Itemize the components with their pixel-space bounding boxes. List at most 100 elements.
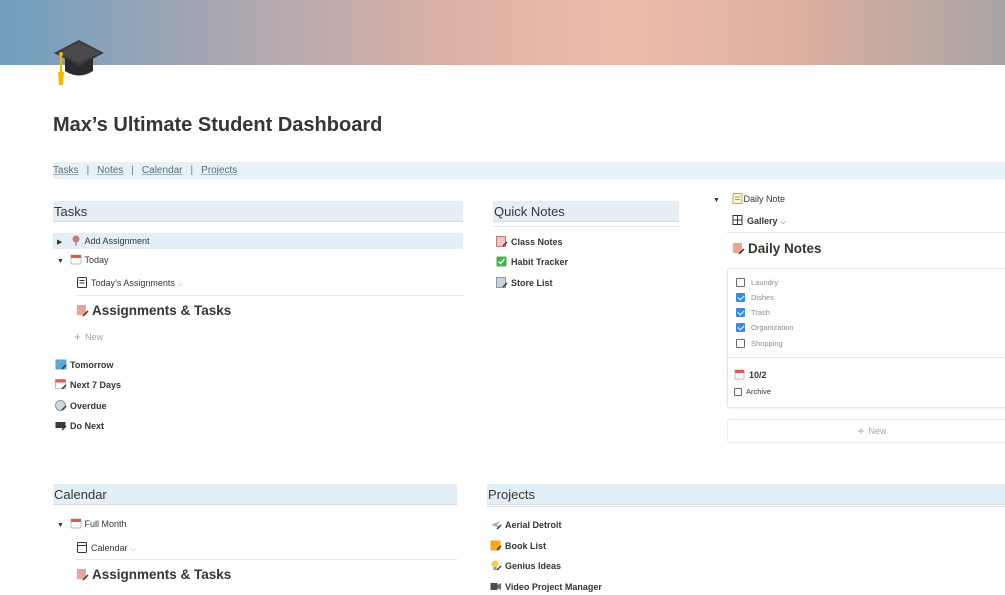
toggle-arrow-icon[interactable]: ▼ <box>713 194 729 208</box>
daily-notes-db-title[interactable]: Daily Notes <box>732 241 822 256</box>
database-link-icon <box>77 305 89 317</box>
clock-icon <box>55 400 67 411</box>
checkbox[interactable] <box>736 278 745 287</box>
store-list-link[interactable]: Store List <box>496 276 553 290</box>
divider <box>727 232 1005 233</box>
calendar-icon <box>55 379 67 390</box>
toggle-arrow-icon[interactable]: ▼ <box>57 255 67 269</box>
video-project-manager-link[interactable]: Video Project Manager <box>490 580 602 594</box>
card-title[interactable]: 10/2 <box>734 368 767 382</box>
genius-ideas-link[interactable]: Genius Ideas <box>490 559 561 573</box>
view-tab-label: Today’s Assignments <box>91 278 175 288</box>
checklist-label: Shopping <box>751 339 783 348</box>
nav-separator: | <box>190 165 194 176</box>
gallery-view-tab[interactable]: Gallery ⌵ <box>732 215 786 227</box>
add-assignment-label: Add Assignment <box>84 236 150 246</box>
checklist-label: Organization <box>751 323 794 332</box>
book-list-label: Book List <box>505 541 547 551</box>
toggle-arrow-icon[interactable]: ▶ <box>57 235 67 251</box>
db-title-label: Assignments & Tasks <box>92 567 232 582</box>
cover-banner <box>0 0 1005 65</box>
toggle-arrow-icon[interactable]: ▼ <box>57 519 67 533</box>
tomorrow-icon <box>55 359 67 370</box>
calendar-view-icon <box>77 542 87 553</box>
daily-note-label: Daily Note <box>743 194 786 204</box>
class-notes-link[interactable]: Class Notes <box>496 235 563 249</box>
list-view-icon <box>77 277 87 288</box>
checklist-item[interactable]: Laundry <box>736 278 778 287</box>
tomorrow-link[interactable]: Tomorrow <box>55 358 113 372</box>
chevron-down-icon[interactable]: ⌵ <box>178 281 183 288</box>
view-tab-label: Gallery <box>747 216 778 226</box>
divider <box>76 295 463 296</box>
plus-icon: + <box>857 424 865 438</box>
assignments-db-title[interactable]: Assignments & Tasks <box>76 303 231 318</box>
checklist-item[interactable]: Shopping <box>736 339 783 348</box>
today-toggle[interactable]: ▼ Today <box>57 253 109 269</box>
checkbox[interactable] <box>734 388 742 396</box>
view-tab-label: Calendar <box>91 543 128 553</box>
todays-assignments-view-tab[interactable]: Today’s Assignments ⌵ <box>76 277 183 289</box>
new-card-button[interactable]: + New <box>727 419 1005 443</box>
checkbox-checked[interactable] <box>736 308 745 317</box>
pushpin-icon <box>72 235 80 246</box>
do-next-link[interactable]: Do Next <box>55 419 104 433</box>
calendar-heading: Calendar <box>53 484 457 505</box>
add-assignment-toggle[interactable]: ▶ Add Assignment <box>53 233 463 249</box>
habit-tracker-link[interactable]: Habit Tracker <box>496 255 568 269</box>
nav-separator: | <box>86 165 90 176</box>
checklist-item[interactable]: Dishes <box>736 293 774 302</box>
graduation-cap-icon[interactable] <box>52 38 106 90</box>
database-link-icon <box>733 243 745 255</box>
nav-link-calendar[interactable]: Calendar <box>142 165 183 176</box>
calendar-icon <box>70 254 82 265</box>
divider <box>728 357 1005 358</box>
divider <box>487 506 1005 507</box>
notebook-icon <box>496 236 508 247</box>
full-month-label: Full Month <box>84 519 127 529</box>
aerial-detroit-link[interactable]: Aerial Detroit <box>490 518 562 532</box>
checklist-item[interactable]: Organization <box>736 323 794 332</box>
memo-icon <box>732 193 743 204</box>
gallery-icon <box>732 215 743 225</box>
lightbulb-icon <box>491 560 502 571</box>
nav-link-projects[interactable]: Projects <box>201 165 237 176</box>
divider <box>76 559 457 560</box>
calendar-assignments-db-title[interactable]: Assignments & Tasks <box>76 567 231 582</box>
note-icon <box>496 277 508 288</box>
overdue-link[interactable]: Overdue <box>55 399 107 413</box>
checkbox[interactable] <box>736 339 745 348</box>
book-icon <box>490 540 502 551</box>
video-camera-icon <box>490 583 501 590</box>
do-next-label: Do Next <box>70 421 105 431</box>
chevron-down-icon[interactable]: ⌵ <box>131 546 136 553</box>
projects-heading: Projects <box>487 484 1005 505</box>
daily-note-toggle[interactable]: ▼ Daily Note <box>713 192 785 208</box>
tasks-heading: Tasks <box>53 201 463 222</box>
checklist-label: Dishes <box>751 293 774 302</box>
page-title: Max’s Ultimate Student Dashboard <box>53 114 383 136</box>
tomorrow-label: Tomorrow <box>70 360 114 370</box>
chevron-down-icon[interactable]: ⌵ <box>781 219 786 226</box>
new-row-button[interactable]: + New <box>74 330 103 344</box>
checkbox-checked[interactable] <box>736 293 745 302</box>
calendar-icon <box>70 518 82 529</box>
full-month-toggle[interactable]: ▼ Full Month <box>57 517 127 533</box>
calendar-icon <box>734 369 745 380</box>
next-7-days-label: Next 7 Days <box>70 380 122 390</box>
archive-property[interactable]: Archive <box>734 387 771 396</box>
checklist-item[interactable]: Trash <box>736 308 770 317</box>
db-title-label: Daily Notes <box>748 241 822 256</box>
nav-link-tasks[interactable]: Tasks <box>53 165 79 176</box>
next-7-days-link[interactable]: Next 7 Days <box>55 378 121 392</box>
checkbox-checked[interactable] <box>736 323 745 332</box>
new-label: New <box>85 332 104 342</box>
gallery-card[interactable]: Laundry Dishes Trash Organization Shoppi… <box>727 268 1005 408</box>
nav-link-notes[interactable]: Notes <box>97 165 123 176</box>
book-list-link[interactable]: Book List <box>490 539 546 553</box>
calendar-view-tab[interactable]: Calendar ⌵ <box>76 542 136 554</box>
database-link-icon <box>77 569 89 581</box>
habit-tracker-label: Habit Tracker <box>511 257 569 267</box>
class-notes-label: Class Notes <box>511 237 563 247</box>
airplane-icon <box>491 521 502 530</box>
